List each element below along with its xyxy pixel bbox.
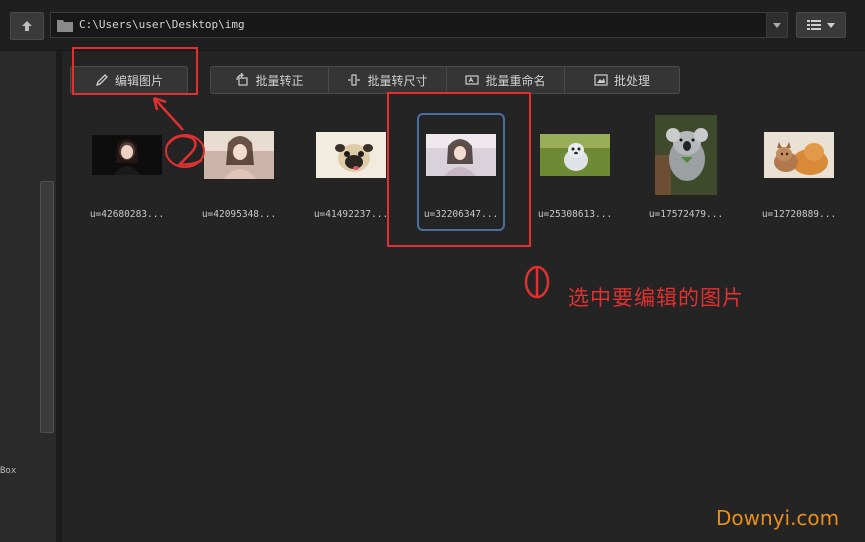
file-thumbnail — [306, 110, 396, 200]
list-view-icon — [807, 20, 821, 30]
puppy-on-grass-icon — [540, 134, 610, 176]
pug-dog-icon — [316, 132, 386, 178]
koala-icon — [655, 115, 717, 195]
left-panel-scrollbar[interactable] — [40, 181, 54, 433]
batch-process-button[interactable]: 批处理 — [564, 66, 680, 94]
panel-splitter[interactable] — [56, 51, 62, 542]
file-thumbnail — [641, 110, 731, 200]
up-folder-button[interactable] — [10, 12, 44, 40]
batch-resize-label: 批量转尺寸 — [367, 73, 428, 88]
file-name: u=25308613... — [537, 209, 613, 220]
file-item[interactable]: u=17572479... — [641, 110, 731, 230]
batch-rotate-label: 批量转正 — [255, 73, 304, 88]
annotation-instruction-text: 选中要编辑的图片 — [568, 286, 744, 310]
file-name: u=41492237... — [313, 209, 389, 220]
annotation-arrow-icon — [152, 96, 205, 168]
path-text: C:\Users\user\Desktop\img — [79, 18, 245, 31]
folder-icon — [57, 20, 73, 32]
cat-and-dog-icon — [764, 132, 834, 178]
batch-rename-button[interactable]: 批量重命名 — [446, 66, 564, 94]
path-field[interactable]: C:\Users\user\Desktop\img — [50, 12, 788, 38]
file-item[interactable]: u=25308613... — [530, 110, 620, 230]
chevron-down-icon — [827, 22, 835, 28]
batch-process-label: 批处理 — [613, 73, 650, 88]
woman-portrait-light-icon — [204, 131, 274, 179]
rotate-icon — [236, 73, 249, 86]
arrow-up-icon — [22, 21, 32, 31]
file-name: u=42680283... — [89, 209, 165, 220]
rename-icon — [465, 75, 480, 85]
file-item[interactable]: u=12720889... — [754, 110, 844, 230]
address-bar-area: C:\Users\user\Desktop\img — [0, 0, 865, 51]
path-dropdown-button[interactable] — [766, 13, 787, 37]
file-name: u=17572479... — [648, 209, 724, 220]
image-icon — [594, 74, 608, 86]
annotation-box-edit-button — [72, 47, 198, 95]
batch-rename-label: 批量重命名 — [485, 73, 546, 88]
left-panel-item-label: Box — [0, 466, 17, 476]
file-thumbnail — [754, 110, 844, 200]
annotation-box-selected-file — [387, 92, 531, 247]
view-mode-button[interactable] — [796, 12, 846, 38]
annotation-step-one-icon — [524, 265, 550, 299]
batch-resize-button[interactable]: 批量转尺寸 — [328, 66, 446, 94]
batch-button-group: 批量转正 批量转尺寸 批量重命名 批处理 — [210, 66, 680, 94]
folder-tree-panel: Box — [0, 51, 56, 542]
file-thumbnail — [530, 110, 620, 200]
chevron-down-icon — [773, 22, 781, 28]
batch-rotate-button[interactable]: 批量转正 — [210, 66, 328, 94]
resize-icon — [348, 74, 361, 86]
watermark-text: Downyi.com — [716, 506, 840, 530]
file-name: u=42095348... — [201, 209, 277, 220]
file-name: u=12720889... — [761, 209, 837, 220]
file-item[interactable]: u=41492237... — [306, 110, 396, 230]
